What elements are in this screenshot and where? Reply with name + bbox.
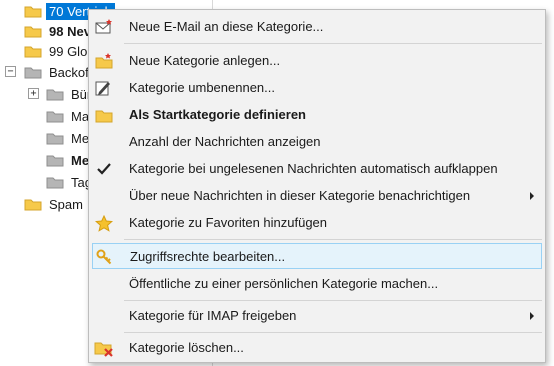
menu-item-label: Kategorie umbenennen... (129, 80, 275, 95)
menu-item-label: Neue Kategorie anlegen... (129, 53, 281, 68)
folder-icon (24, 67, 42, 79)
mail-new-icon (94, 18, 114, 36)
menu-item-label: Neue E-Mail an diese Kategorie... (129, 19, 324, 34)
menu-item-new-category[interactable]: Neue Kategorie anlegen... (92, 48, 542, 74)
menu-item-show-message-count[interactable]: Anzahl der Nachrichten anzeigen (92, 129, 542, 155)
folder-icon (94, 106, 114, 124)
menu-item-label: Anzahl der Nachrichten anzeigen (129, 134, 321, 149)
folder-icon (46, 89, 64, 101)
folder-icon (46, 111, 64, 123)
folder-icon (46, 177, 64, 189)
key-icon (95, 248, 115, 266)
menu-item-label: Kategorie zu Favoriten hinzufügen (129, 215, 328, 230)
menu-item-label: Kategorie löschen... (129, 340, 244, 355)
folder-icon (24, 46, 42, 58)
tree-item-label: 99 Glol (49, 43, 91, 59)
checkmark-icon (94, 160, 114, 178)
menu-item-label: Kategorie bei ungelesenen Nachrichten au… (129, 161, 498, 176)
context-menu: Neue E-Mail an diese Kategorie... Neue K… (88, 9, 546, 363)
submenu-arrow-icon (530, 192, 534, 200)
menu-item-add-favorite[interactable]: Kategorie zu Favoriten hinzufügen (92, 210, 542, 236)
rename-icon (94, 79, 114, 97)
tree-expander-buero[interactable]: + (28, 88, 39, 99)
tree-item-label: Spam (49, 196, 83, 212)
tree-item-spam[interactable]: Spam (24, 193, 86, 215)
menu-separator (124, 300, 542, 301)
star-icon (94, 214, 114, 232)
tree-item-backoffice[interactable]: Backof (24, 61, 92, 83)
menu-item-share-imap[interactable]: Kategorie für IMAP freigeben (92, 303, 542, 329)
folder-icon (46, 155, 64, 167)
menu-item-label: Über neue Nachrichten in dieser Kategori… (129, 188, 471, 203)
folder-icon (24, 6, 42, 18)
menu-item-make-personal[interactable]: Öffentliche zu einer persönlichen Katego… (92, 271, 542, 297)
menu-item-label: Öffentliche zu einer persönlichen Katego… (129, 276, 439, 291)
folder-delete-icon (94, 339, 114, 357)
menu-item-new-mail[interactable]: Neue E-Mail an diese Kategorie... (92, 14, 542, 40)
menu-item-notify-new-messages[interactable]: Über neue Nachrichten in dieser Kategori… (92, 183, 542, 209)
folder-icon (24, 199, 42, 211)
menu-item-edit-permissions[interactable]: Zugriffsrechte bearbeiten... (92, 243, 542, 269)
menu-separator (124, 43, 542, 44)
tree-item-me-1[interactable]: Me (46, 127, 92, 149)
tree-item-label: Backof (49, 64, 89, 80)
menu-item-label: Kategorie für IMAP freigeben (129, 308, 297, 323)
menu-separator (124, 239, 542, 240)
menu-separator (124, 332, 542, 333)
tree-item-buero[interactable]: Bür (46, 83, 94, 105)
folder-new-icon (94, 52, 114, 70)
menu-item-auto-expand[interactable]: Kategorie bei ungelesenen Nachrichten au… (92, 156, 542, 182)
menu-item-rename[interactable]: Kategorie umbenennen... (92, 75, 542, 101)
folder-icon (46, 133, 64, 145)
tree-item-ma[interactable]: Ma (46, 105, 92, 127)
menu-item-delete-category[interactable]: Kategorie löschen... (92, 335, 542, 361)
tree-expander-backoffice[interactable]: − (5, 66, 16, 77)
tree-item-label: 98 Nev (49, 23, 91, 39)
menu-item-label: Als Startkategorie definieren (129, 107, 306, 122)
mail-client-window: 70 Vertrieb 98 Nev 99 Glol − Backof + Bü… (0, 0, 554, 366)
tree-item-98[interactable]: 98 Nev (24, 20, 94, 42)
folder-icon (24, 26, 42, 38)
submenu-arrow-icon (530, 312, 534, 320)
tree-item-99[interactable]: 99 Glol (24, 40, 93, 62)
tree-item-me-2[interactable]: Me (46, 149, 92, 171)
menu-item-set-start-category[interactable]: Als Startkategorie definieren (92, 102, 542, 128)
menu-item-label: Zugriffsrechte bearbeiten... (130, 249, 286, 264)
